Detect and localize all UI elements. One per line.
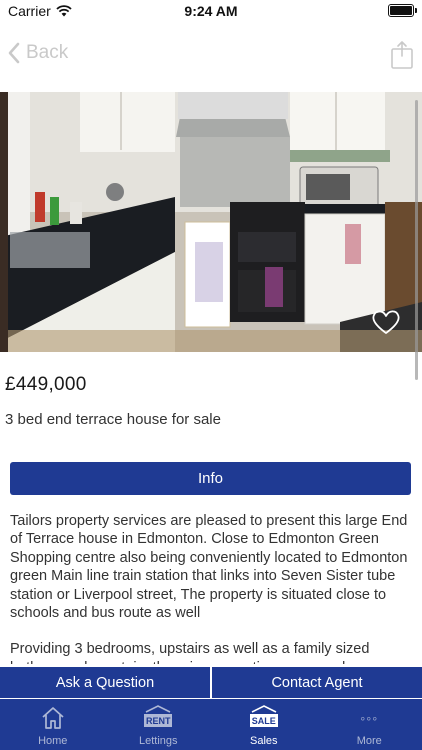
property-description: Tailors property services are pleased to… — [10, 512, 412, 664]
status-bar: Carrier 9:24 AM — [0, 0, 422, 22]
tab-label: Home — [38, 735, 68, 747]
sale-badge-icon: SALE — [248, 705, 279, 730]
scroll-indicator[interactable] — [415, 100, 418, 380]
property-price: £449,000 — [5, 374, 87, 395]
navigation-bar: Back — [0, 22, 422, 92]
rent-badge-icon: RENT — [143, 705, 174, 730]
back-label: Back — [26, 42, 69, 63]
tab-label: Lettings — [138, 735, 178, 747]
back-button[interactable]: Back — [8, 42, 68, 64]
chevron-left-icon — [8, 42, 20, 64]
tab-bar: Home RENT Lettings SALE Sales ◦◦◦ More — [0, 699, 422, 750]
info-button[interactable]: Info — [10, 462, 411, 495]
share-icon — [391, 41, 413, 69]
home-icon — [42, 707, 64, 729]
tab-label: More — [356, 735, 382, 747]
contact-agent-button[interactable]: Contact Agent — [212, 667, 422, 698]
clock: 9:24 AM — [184, 3, 238, 19]
heart-icon — [372, 310, 400, 334]
ask-question-button[interactable]: Ask a Question — [0, 667, 210, 698]
rent-badge-text: RENT — [143, 713, 174, 728]
favourite-button[interactable] — [371, 308, 401, 336]
more-icon: ◦◦◦ — [360, 710, 379, 726]
action-bar: Ask a Question Contact Agent — [0, 667, 422, 698]
tab-more[interactable]: ◦◦◦ More — [317, 699, 422, 750]
property-summary: 3 bed end terrace house for sale — [5, 411, 221, 428]
sale-badge-text: SALE — [248, 713, 279, 728]
description-paragraph: Tailors property services are pleased to… — [10, 513, 408, 622]
tab-sales[interactable]: SALE Sales — [211, 699, 317, 750]
property-photo[interactable] — [0, 92, 422, 352]
tab-home[interactable]: Home — [0, 699, 106, 750]
tab-label: Sales — [249, 735, 278, 747]
description-paragraph: Providing 3 bedrooms, upstairs as well a… — [10, 641, 370, 664]
tab-lettings[interactable]: RENT Lettings — [106, 699, 212, 750]
share-button[interactable] — [390, 40, 414, 70]
battery-icon — [388, 4, 417, 17]
kitchen-photo — [0, 92, 422, 352]
